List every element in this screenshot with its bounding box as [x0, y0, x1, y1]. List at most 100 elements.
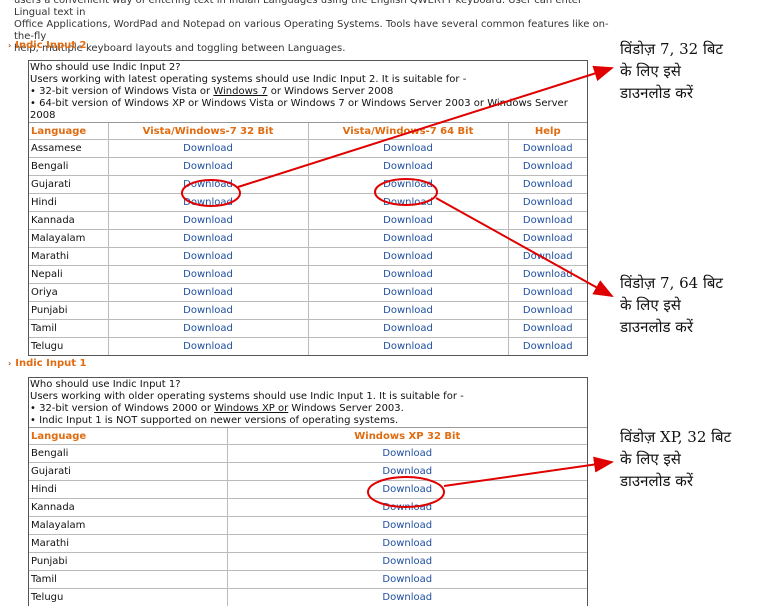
download-xp-32bit-link[interactable]: Download — [382, 574, 432, 585]
language-name: Malayalam — [29, 517, 227, 535]
table-cell: Download — [508, 248, 587, 266]
download-32bit-link[interactable]: Download — [183, 323, 233, 334]
info-bullet-2: • Indic Input 1 is NOT supported on newe… — [30, 415, 585, 427]
download-xp-32bit-link[interactable]: Download — [382, 448, 432, 459]
download-xp-32bit-link[interactable]: Download — [382, 538, 432, 549]
help-download-link[interactable]: Download — [523, 233, 573, 244]
table-cell: Download — [308, 194, 508, 212]
help-download-link[interactable]: Download — [523, 161, 573, 172]
download-32bit-link[interactable]: Download — [183, 179, 233, 190]
table-cell: Download — [508, 266, 587, 284]
table-row: TamilDownloadDownloadDownload — [29, 320, 587, 338]
table-row: OriyaDownloadDownloadDownload — [29, 284, 587, 302]
table-header-row: Language Vista/Windows-7 32 Bit Vista/Wi… — [29, 123, 587, 140]
annotation-line: के लिए इसे — [620, 448, 731, 470]
download-32bit-link[interactable]: Download — [183, 197, 233, 208]
download-64bit-link[interactable]: Download — [383, 233, 433, 244]
download-64bit-link[interactable]: Download — [383, 161, 433, 172]
help-download-link[interactable]: Download — [523, 251, 573, 262]
header-64bit: Vista/Windows-7 64 Bit — [308, 123, 508, 140]
help-download-link[interactable]: Download — [523, 269, 573, 280]
download-xp-32bit-link[interactable]: Download — [382, 466, 432, 477]
table-cell: Download — [227, 463, 587, 481]
language-name: Assamese — [29, 140, 108, 158]
table-row: Kannada Download Download Download — [29, 212, 587, 230]
download-32bit-link[interactable]: Download — [183, 215, 233, 226]
download-32bit-link[interactable]: Download — [183, 233, 233, 244]
download-64bit-link[interactable]: Download — [383, 287, 433, 298]
language-name: Kannada — [29, 499, 227, 517]
table-cell: Download — [108, 284, 308, 302]
table-row: HindiDownload — [29, 481, 587, 499]
table-cell: Download — [308, 302, 508, 320]
table-cell: Download — [227, 571, 587, 589]
table-cell: Download — [508, 320, 587, 338]
table-cell: Download — [308, 140, 508, 158]
download-xp-32bit-link[interactable]: Download — [382, 592, 432, 603]
table-cell: Download — [508, 212, 587, 230]
help-download-link[interactable]: Download — [523, 323, 573, 334]
table-cell: Download — [108, 230, 308, 248]
language-name: Telugu — [29, 338, 108, 356]
help-download-link[interactable]: Download — [523, 197, 573, 208]
download-32bit-link[interactable]: Download — [183, 269, 233, 280]
indic-input-2-heading: ›Indic Input 2 — [8, 40, 86, 51]
download-64bit-link[interactable]: Download — [383, 305, 433, 316]
table-cell: Download — [227, 481, 587, 499]
table-row: Telugu Download Download Download — [29, 338, 587, 356]
annotation-win7-32: विंडोज़ 7, 32 बिट के लिए इसे डाउनलोड करे… — [620, 38, 723, 104]
table-row: Gujarati Download Download Download — [29, 176, 587, 194]
header-language: Language — [29, 123, 108, 140]
download-64bit-link[interactable]: Download — [383, 143, 433, 154]
download-xp-32bit-link[interactable]: Download — [382, 520, 432, 531]
language-name: Punjabi — [29, 302, 108, 320]
download-32bit-link[interactable]: Download — [183, 341, 233, 352]
download-64bit-link[interactable]: Download — [383, 179, 433, 190]
download-64bit-link[interactable]: Download — [383, 269, 433, 280]
download-32bit-link[interactable]: Download — [183, 161, 233, 172]
info-question: Who should use Indic Input 2? — [30, 62, 585, 74]
help-download-link[interactable]: Download — [523, 215, 573, 226]
download-32bit-link[interactable]: Download — [183, 305, 233, 316]
download-64bit-link[interactable]: Download — [383, 251, 433, 262]
download-64bit-link[interactable]: Download — [383, 215, 433, 226]
table-cell: Download — [108, 176, 308, 194]
table-row: BengaliDownloadDownloadDownload — [29, 158, 587, 176]
help-download-link[interactable]: Download — [523, 305, 573, 316]
help-download-link[interactable]: Download — [523, 179, 573, 190]
table-cell: Download — [108, 320, 308, 338]
table-cell: Download — [108, 212, 308, 230]
table-cell: Download — [508, 194, 587, 212]
table-header-row: Language Windows XP 32 Bit — [29, 428, 587, 445]
table-row: BengaliDownload — [29, 445, 587, 463]
download-xp-32bit-link[interactable]: Download — [382, 502, 432, 513]
help-download-link[interactable]: Download — [523, 287, 573, 298]
table-row: GujaratiDownload — [29, 463, 587, 481]
bullet-arrow-icon: › — [8, 359, 11, 368]
table-cell: Download — [227, 553, 587, 571]
language-name: Punjabi — [29, 553, 227, 571]
download-32bit-link[interactable]: Download — [183, 287, 233, 298]
table-row: TamilDownload — [29, 571, 587, 589]
annotation-line: विंडोज़ 7, 32 बिट — [620, 38, 723, 60]
info-description: Users working with latest operating syst… — [30, 74, 585, 86]
download-64bit-link[interactable]: Download — [383, 341, 433, 352]
help-download-link[interactable]: Download — [523, 143, 573, 154]
language-name: Kannada — [29, 212, 108, 230]
table-row: Assamese Download Download Download — [29, 140, 587, 158]
language-name: Marathi — [29, 535, 227, 553]
table-cell: Download — [108, 266, 308, 284]
annotation-line: डाउनलोड करें — [620, 316, 723, 338]
intro-line-2: Office Applications, WordPad and Notepad… — [14, 19, 614, 43]
download-64bit-link[interactable]: Download — [383, 323, 433, 334]
table-cell: Download — [308, 248, 508, 266]
language-name: Gujarati — [29, 176, 108, 194]
download-xp-32bit-link[interactable]: Download — [382, 484, 432, 495]
info-question: Who should use Indic Input 1? — [30, 379, 585, 391]
download-64bit-link[interactable]: Download — [383, 197, 433, 208]
download-xp-32bit-link[interactable]: Download — [382, 556, 432, 567]
help-download-link[interactable]: Download — [523, 341, 573, 352]
download-32bit-link[interactable]: Download — [183, 143, 233, 154]
download-32bit-link[interactable]: Download — [183, 251, 233, 262]
table-cell: Download — [108, 140, 308, 158]
